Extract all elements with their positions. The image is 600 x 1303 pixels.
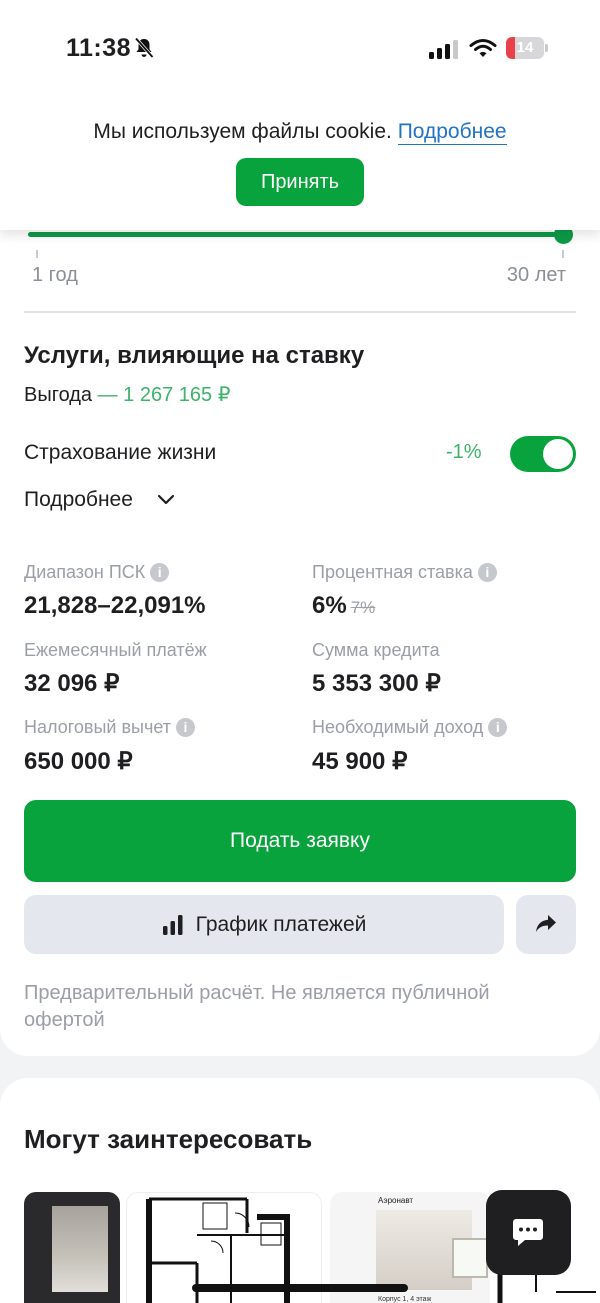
recommendation-caption: Аэронавт [378,1196,414,1205]
life-insurance-label: Страхование жизни [24,441,217,464]
info-icon[interactable]: i [477,563,497,582]
battery-indicator: 14 [506,37,548,59]
income-label: Необходимый доход [312,717,484,737]
interior-photo [52,1206,108,1292]
life-insurance-discount: -1% [446,441,482,463]
recommendations-title: Могут заинтересовать [24,1124,313,1154]
slider-tick-max [562,250,564,258]
tax-label-row: Налоговый вычет i [24,717,195,738]
recommendation-card[interactable] [24,1192,120,1303]
life-insurance-toggle[interactable] [510,436,576,472]
term-slider-track[interactable] [28,232,564,237]
battery-body: 14 [506,37,544,59]
income-value: 45 900 ₽ [312,748,408,775]
share-arrow-icon [536,915,556,932]
payment-schedule-label: График платежей [195,912,367,936]
toggle-knob [543,439,573,469]
cookie-message: Мы используем файлы cookie. Подробнее [0,120,600,145]
psk-label-row: Диапазон ПСК i [24,562,170,583]
bell-muted-icon [134,37,154,59]
status-time: 11:38 [66,34,132,62]
tax-value: 650 000 ₽ [24,748,133,775]
mortgage-calculator-card: 1 год 30 лет Услуги, влияющие на ставку … [0,200,600,1056]
psk-value: 21,828–22,091% [24,592,206,619]
section-divider [24,311,576,313]
battery-tip [545,44,548,52]
chat-bubble-icon [513,1219,543,1246]
services-title: Услуги, влияющие на ставку [24,342,365,369]
disclaimer-text: Предварительный расчёт. Не является публ… [24,982,490,1031]
services-more-button[interactable]: Подробнее [24,488,133,512]
room-photo [376,1210,488,1290]
credit-value: 5 353 300 ₽ [312,670,441,697]
cookie-more-link[interactable]: Подробнее [397,120,507,145]
cookie-accept-button[interactable]: Принять [236,158,364,206]
cellular-signal-icon [429,40,458,59]
cookie-text: Мы используем файлы cookie. [93,120,392,143]
cookie-banner: Мы используем файлы cookie. Подробнее Пр… [0,96,600,230]
rate-old-value: 7% [350,598,376,617]
battery-level: 14 [516,39,534,56]
chevron-down-icon[interactable] [156,490,176,510]
rate-label-row: Процентная ставка i [312,562,497,583]
payment-label: Ежемесячный платёж [24,640,207,660]
rate-value-row: 6% 7% [312,592,375,620]
benefit-value: — 1 267 165 ₽ [97,384,231,406]
info-icon[interactable]: i [150,563,170,582]
benefit-label: Выгода [24,384,93,406]
tax-label: Налоговый вычет [24,717,171,737]
wifi-icon [469,39,497,57]
credit-label: Сумма кредита [312,640,440,660]
rate-value: 6% [312,592,347,619]
slider-tick-min [36,250,38,258]
window-image [452,1238,488,1278]
info-icon[interactable]: i [176,718,195,737]
recommendation-subtitle: Корпус 1, 4 этаж [378,1296,432,1303]
apply-button[interactable]: Подать заявку [24,800,576,882]
term-min-label: 1 год [32,264,78,286]
payment-value: 32 096 ₽ [24,670,120,697]
share-button[interactable] [516,895,576,954]
status-bar: 11:38 14 [0,0,600,96]
psk-label: Диапазон ПСК [24,562,146,582]
benefit-row: Выгода — 1 267 165 ₽ [24,382,230,407]
rate-label: Процентная ставка [312,562,473,582]
chat-button[interactable] [486,1190,571,1275]
home-indicator [192,1284,408,1292]
info-icon[interactable]: i [488,718,508,737]
bar-chart-icon [162,914,183,935]
term-max-label: 30 лет [506,264,566,286]
income-label-row: Необходимый доход i [312,717,508,738]
payment-schedule-button[interactable]: График платежей [24,895,504,954]
